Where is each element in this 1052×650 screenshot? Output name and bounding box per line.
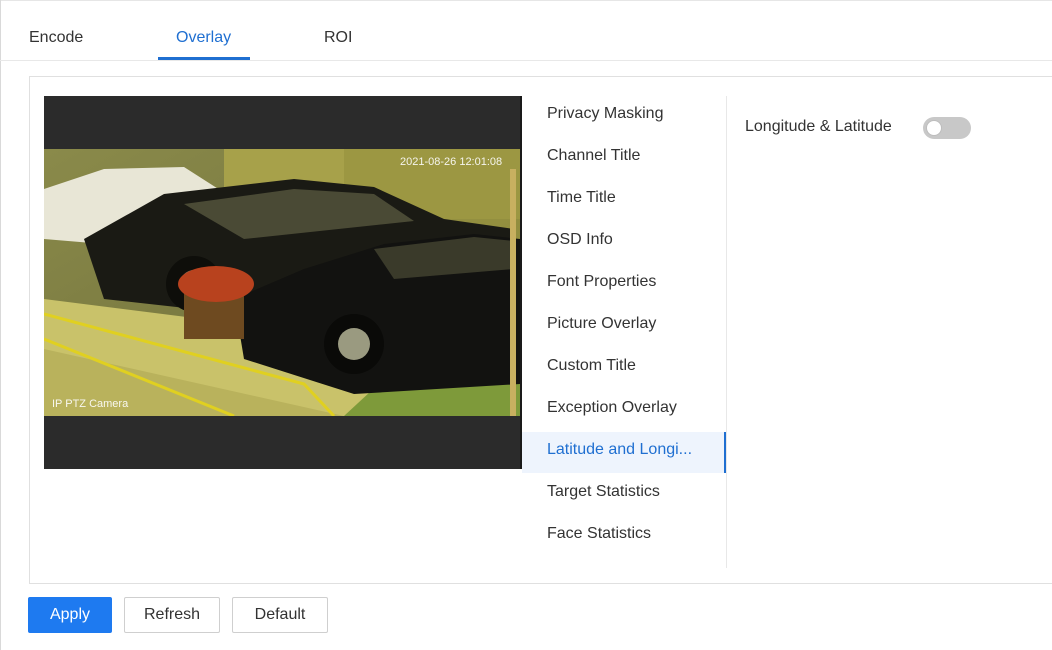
menu-item-picture-overlay[interactable]: Picture Overlay bbox=[547, 315, 656, 333]
menu-item-custom-title[interactable]: Custom Title bbox=[547, 357, 636, 375]
tab-bar: Encode Overlay ROI bbox=[0, 0, 1052, 61]
menu-item-osd-info[interactable]: OSD Info bbox=[547, 231, 613, 249]
menu-item-font-properties[interactable]: Font Properties bbox=[547, 273, 656, 291]
tab-roi[interactable]: ROI bbox=[324, 29, 352, 47]
timestamp-overlay: 2021-08-26 12:01:08 bbox=[400, 156, 502, 168]
menu-item-exception-overlay[interactable]: Exception Overlay bbox=[547, 399, 677, 417]
tab-overlay[interactable]: Overlay bbox=[176, 29, 231, 47]
apply-button[interactable]: Apply bbox=[28, 597, 112, 633]
menu-divider bbox=[726, 96, 727, 568]
longitude-latitude-toggle[interactable] bbox=[923, 117, 971, 139]
left-border bbox=[0, 0, 1, 650]
menu-item-target-statistics[interactable]: Target Statistics bbox=[547, 483, 660, 501]
menu-item-channel-title[interactable]: Channel Title bbox=[547, 147, 640, 165]
active-tab-indicator bbox=[158, 57, 250, 60]
menu-item-face-statistics[interactable]: Face Statistics bbox=[547, 525, 651, 543]
menu-item-time-title[interactable]: Time Title bbox=[547, 189, 616, 207]
channel-overlay: IP PTZ Camera bbox=[52, 398, 129, 410]
longitude-latitude-label: Longitude & Latitude bbox=[745, 118, 892, 135]
preview-divider bbox=[520, 96, 522, 469]
menu-item-latitude-longitude[interactable]: Latitude and Longi... bbox=[547, 441, 692, 459]
video-preview: 2021-08-26 12:01:08 IP PTZ Camera bbox=[44, 96, 520, 469]
refresh-button[interactable]: Refresh bbox=[124, 597, 220, 633]
default-button[interactable]: Default bbox=[232, 597, 328, 633]
camera-image: 2021-08-26 12:01:08 IP PTZ Camera bbox=[44, 149, 520, 416]
toggle-knob bbox=[926, 120, 942, 136]
menu-item-privacy-masking[interactable]: Privacy Masking bbox=[547, 105, 663, 123]
tab-encode[interactable]: Encode bbox=[29, 29, 83, 47]
